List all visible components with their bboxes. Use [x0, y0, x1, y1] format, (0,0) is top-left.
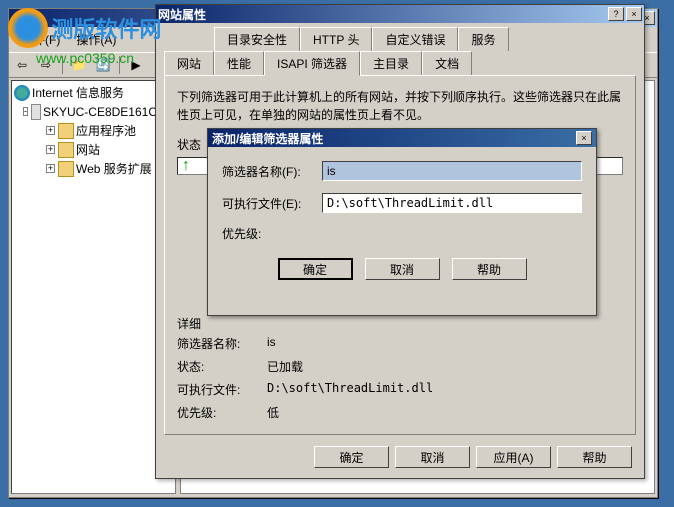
edit-ok-button[interactable]: 确定	[278, 258, 353, 280]
tree-collapse-icon[interactable]: -	[23, 107, 29, 116]
tab-dir-security[interactable]: 目录安全性	[214, 27, 300, 51]
tree-expand-icon[interactable]: +	[46, 145, 55, 154]
edit-close-button[interactable]: ×	[576, 131, 592, 145]
edit-body: 筛选器名称(F): 可执行文件(E): 优先级: 确定 取消 帮助	[208, 147, 596, 298]
tree-panel[interactable]: Internet 信息服务 - SKYUC-CE8DE161C(本 + 应用程序…	[11, 80, 176, 494]
tree-server[interactable]: - SKYUC-CE8DE161C(本	[14, 102, 173, 121]
folder-icon	[58, 123, 74, 139]
tree-server-label: SKYUC-CE8DE161C(本	[43, 103, 173, 120]
props-titlebar: 网站属性 ? ×	[156, 5, 644, 23]
tree-item-label: 应用程序池	[76, 122, 136, 139]
menu-action[interactable]: 操作(A)	[68, 29, 124, 50]
exe-file-row: 可执行文件(E):	[222, 193, 582, 213]
filter-name-input[interactable]	[322, 161, 582, 181]
folder-icon	[58, 142, 74, 158]
tab-custom-errors[interactable]: 自定义错误	[372, 27, 458, 51]
cancel-button[interactable]: 取消	[395, 446, 470, 468]
detail-priority: 优先级: 低	[177, 401, 623, 424]
edit-title: 添加/编辑筛选器属性	[212, 130, 574, 147]
tree-root[interactable]: Internet 信息服务	[14, 83, 173, 102]
tab-row-2: 网站 性能 ISAPI 筛选器 主目录 文档	[164, 51, 636, 75]
help-button[interactable]: 帮助	[557, 446, 632, 468]
tab-service[interactable]: 服务	[458, 27, 508, 51]
detail-name-label: 筛选器名称:	[177, 335, 267, 352]
details-label: 详细	[177, 315, 623, 332]
edit-filter-dialog: 添加/编辑筛选器属性 × 筛选器名称(F): 可执行文件(E): 优先级: 确定…	[207, 128, 597, 316]
exe-file-label: 可执行文件(E):	[222, 195, 322, 212]
detail-name-value: is	[267, 335, 276, 352]
tab-performance[interactable]: 性能	[214, 51, 264, 75]
tabs-container: 目录安全性 HTTP 头 自定义错误 服务 网站 性能 ISAPI 筛选器 主目…	[156, 23, 644, 75]
details-section: 详细 筛选器名称: is 状态: 已加载 可执行文件: D:\soft\Thre…	[177, 315, 623, 424]
tab-row-1: 目录安全性 HTTP 头 自定义错误 服务	[164, 27, 636, 51]
tab-website[interactable]: 网站	[164, 51, 214, 75]
props-close-button[interactable]: ×	[626, 7, 642, 21]
props-title: 网站属性	[158, 6, 606, 23]
detail-status-value: 已加载	[267, 358, 303, 375]
tab-home-dir[interactable]: 主目录	[360, 51, 422, 75]
detail-name: 筛选器名称: is	[177, 332, 623, 355]
folder-icon	[58, 161, 74, 177]
tab-isapi-filter[interactable]: ISAPI 筛选器	[264, 51, 360, 76]
arrow-up-icon: ↑	[182, 157, 190, 175]
detail-priority-label: 优先级:	[177, 404, 267, 421]
description-text: 下列筛选器可用于此计算机上的所有网站，并按下列顺序执行。这些筛选器只在此属性页上…	[177, 88, 623, 124]
detail-status: 状态: 已加载	[177, 355, 623, 378]
tree-item-apppool[interactable]: + 应用程序池	[14, 121, 173, 140]
globe-icon	[14, 85, 30, 101]
tree-item-label: Web 服务扩展	[76, 160, 152, 177]
up-button[interactable]: 📁	[68, 54, 90, 76]
detail-exe-label: 可执行文件:	[177, 381, 267, 398]
props-help-button[interactable]: ?	[608, 7, 624, 21]
filter-name-label: 筛选器名称(F):	[222, 163, 322, 180]
ok-button[interactable]: 确定	[314, 446, 389, 468]
tree-expand-icon[interactable]: +	[46, 164, 55, 173]
separator	[62, 56, 63, 74]
separator	[119, 56, 120, 74]
forward-button[interactable]: ⇨	[35, 54, 57, 76]
tab-http-header[interactable]: HTTP 头	[300, 27, 372, 51]
tree-root-label: Internet 信息服务	[32, 84, 124, 101]
edit-cancel-button[interactable]: 取消	[365, 258, 440, 280]
edit-help-button[interactable]: 帮助	[452, 258, 527, 280]
tree-item-webext[interactable]: + Web 服务扩展	[14, 159, 173, 178]
priority-label: 优先级:	[222, 225, 322, 242]
detail-exe-value: D:\soft\ThreadLimit.dll	[267, 381, 433, 398]
detail-exe: 可执行文件: D:\soft\ThreadLimit.dll	[177, 378, 623, 401]
filter-name-row: 筛选器名称(F):	[222, 161, 582, 181]
detail-status-label: 状态:	[177, 358, 267, 375]
tab-documents[interactable]: 文档	[422, 51, 472, 75]
detail-priority-value: 低	[267, 404, 279, 421]
play-button[interactable]: ▶	[125, 54, 147, 76]
edit-titlebar: 添加/编辑筛选器属性 ×	[208, 129, 596, 147]
tree-item-websites[interactable]: + 网站	[14, 140, 173, 159]
refresh-button[interactable]: 🔄	[92, 54, 114, 76]
priority-row: 优先级:	[222, 225, 582, 242]
server-icon	[31, 104, 41, 120]
back-button[interactable]: ⇦	[11, 54, 33, 76]
props-button-row: 确定 取消 应用(A) 帮助	[314, 446, 632, 468]
edit-button-row: 确定 取消 帮助	[222, 254, 582, 284]
exe-file-input[interactable]	[322, 193, 582, 213]
apply-button[interactable]: 应用(A)	[476, 446, 551, 468]
status-column-label: 状态	[177, 136, 201, 153]
tree-item-label: 网站	[76, 141, 100, 158]
menu-file[interactable]: 文件(F)	[13, 29, 68, 50]
tree-expand-icon[interactable]: +	[46, 126, 55, 135]
